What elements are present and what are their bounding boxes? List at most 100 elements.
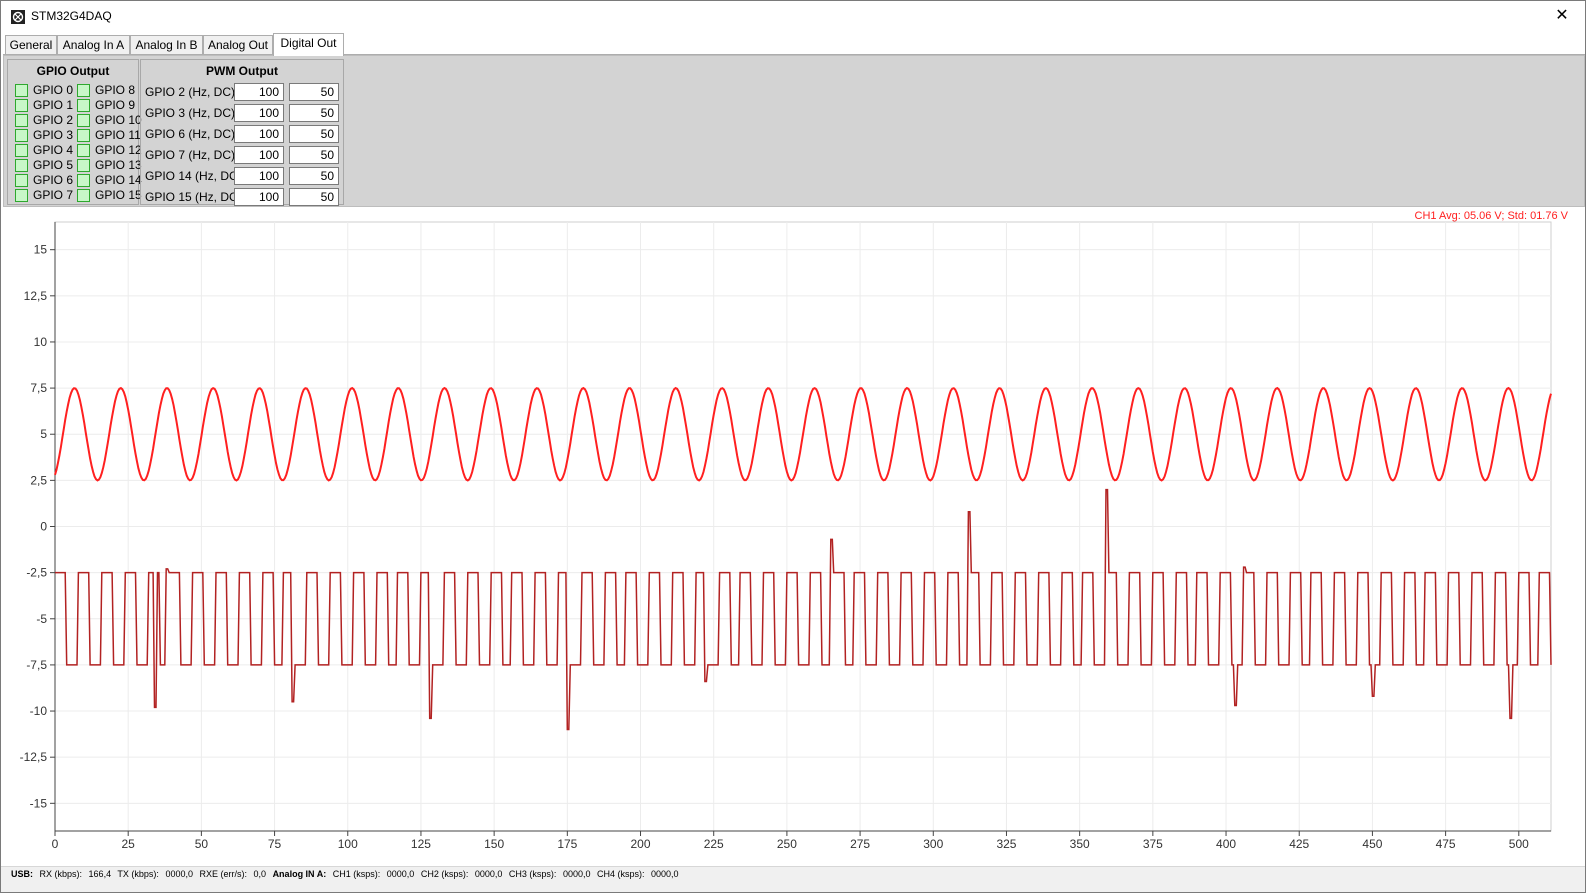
gpio-label: GPIO 6 <box>33 173 74 187</box>
x-tick-label: 350 <box>1070 837 1090 851</box>
x-tick-label: 300 <box>923 837 943 851</box>
waveform-chart[interactable]: 0 25 50 75 100 125 150 175 200 225 250 275 300 325 350… <box>1 209 1585 865</box>
title-bar: STM32G4DAQ ✕ <box>1 1 1585 31</box>
pwm-dc-input[interactable]: 50 <box>289 83 339 101</box>
pwm-dc-input[interactable]: 50 <box>289 188 339 206</box>
tx-value: 0000,0 <box>165 869 193 879</box>
x-tick-label: 175 <box>557 837 577 851</box>
gpio-label: GPIO 2 <box>33 113 74 127</box>
gpio-checkbox[interactable] <box>77 84 90 97</box>
y-tick-label: -7,5 <box>26 658 47 672</box>
x-tick-label: 75 <box>268 837 282 851</box>
gpio-label: GPIO 10 <box>95 113 142 127</box>
window-title: STM32G4DAQ <box>31 9 112 23</box>
y-tick-label: 12,5 <box>24 289 48 303</box>
tab-digital-out[interactable]: Digital Out <box>273 33 344 56</box>
gpio-label: GPIO 7 <box>33 188 74 202</box>
gpio-label: GPIO 8 <box>95 83 136 97</box>
x-tick-label: 25 <box>122 837 136 851</box>
x-tick-label: 125 <box>411 837 431 851</box>
pwm-label: GPIO 2 (Hz, DC): <box>145 85 239 99</box>
pwm-label: GPIO 15 (Hz, DC): <box>145 190 246 204</box>
y-tick-label: -5 <box>36 612 47 626</box>
x-tick-label: 0 <box>52 837 59 851</box>
x-tick-label: 50 <box>195 837 209 851</box>
x-tick-label: 225 <box>704 837 724 851</box>
gpio-checkbox[interactable] <box>15 129 28 142</box>
gpio-label: GPIO 14 <box>95 173 142 187</box>
ch4-value: 0000,0 <box>651 869 679 879</box>
gpio-checkbox[interactable] <box>77 189 90 202</box>
pwm-label: GPIO 14 (Hz, DC): <box>145 169 246 183</box>
rx-value: 166,4 <box>88 869 112 879</box>
pwm-output-group: PWM Output GPIO 2 (Hz, DC): 100 50 GPIO 3 (… <box>140 59 344 206</box>
pwm-hz-input[interactable]: 100 <box>234 146 284 164</box>
close-button[interactable]: ✕ <box>1539 1 1585 31</box>
tab-analog-out[interactable]: Analog Out <box>203 35 273 55</box>
gpio-checkbox[interactable] <box>15 189 28 202</box>
gpio-checkbox[interactable] <box>77 99 90 112</box>
rx-label: RX (kbps): <box>39 869 83 879</box>
gpio-checkbox[interactable] <box>15 84 28 97</box>
gpio-label: GPIO 15 <box>95 188 142 202</box>
ch1-label: CH1 (ksps): <box>332 869 381 879</box>
gpio-output-group: GPIO Output GPIO 0 GPIO 1 GPIO 2 GPIO 3 GPIO… <box>7 59 142 205</box>
tab-analog-in-a[interactable]: Analog In A <box>57 35 130 55</box>
x-tick-label: 475 <box>1436 837 1456 851</box>
gpio-label: GPIO 1 <box>33 98 74 112</box>
x-tick-label: 325 <box>996 837 1016 851</box>
pwm-hz-input[interactable]: 100 <box>234 125 284 143</box>
tab-general[interactable]: General <box>5 35 57 55</box>
x-tick-label: 425 <box>1289 837 1309 851</box>
pwm-dc-input[interactable]: 50 <box>289 146 339 164</box>
gpio-checkbox[interactable] <box>15 114 28 127</box>
x-tick-label: 275 <box>850 837 870 851</box>
gpio-label: GPIO 13 <box>95 158 142 172</box>
y-tick-label: 0 <box>40 520 47 534</box>
pwm-hz-input[interactable]: 100 <box>234 104 284 122</box>
ch3-label: CH3 (ksps): <box>508 869 557 879</box>
channel-stats: CH1 Avg: 05.06 V; Std: 01.76 V <box>1414 210 1569 222</box>
pwm-dc-input[interactable]: 50 <box>289 104 339 122</box>
gpio-label: GPIO 4 <box>33 143 74 157</box>
ch2-value: 0000,0 <box>474 869 503 879</box>
tx-label: TX (kbps): <box>117 869 159 879</box>
gpio-checkbox[interactable] <box>77 144 90 157</box>
y-tick-label: -12,5 <box>20 750 48 764</box>
tab-analog-in-b[interactable]: Analog In B <box>130 35 203 55</box>
x-tick-label: 375 <box>1143 837 1163 851</box>
pwm-hz-input[interactable]: 100 <box>234 188 284 206</box>
y-tick-label: 2,5 <box>30 473 47 487</box>
gpio-label: GPIO 3 <box>33 128 74 142</box>
ch4-label: CH4 (ksps): <box>596 869 645 879</box>
gpio-output-title: GPIO Output <box>36 64 110 78</box>
pwm-label: GPIO 3 (Hz, DC): <box>145 106 239 120</box>
pwm-hz-input[interactable]: 100 <box>234 167 284 185</box>
x-tick-label: 100 <box>338 837 358 851</box>
pwm-dc-input[interactable]: 50 <box>289 125 339 143</box>
ch2-label: CH2 (ksps): <box>420 869 469 879</box>
gpio-checkbox[interactable] <box>77 114 90 127</box>
pwm-hz-input[interactable]: 100 <box>234 83 284 101</box>
gpio-checkbox[interactable] <box>15 159 28 172</box>
gpio-checkbox[interactable] <box>77 159 90 172</box>
y-tick-label: 10 <box>34 335 48 349</box>
rxe-value: 0,0 <box>253 869 267 879</box>
gpio-label: GPIO 5 <box>33 158 74 172</box>
pwm-dc-input[interactable]: 50 <box>289 167 339 185</box>
rxe-label: RXE (err/s): <box>199 869 248 879</box>
gpio-label: GPIO 0 <box>33 83 74 97</box>
gpio-label: GPIO 12 <box>95 143 142 157</box>
gpio-checkbox[interactable] <box>77 129 90 142</box>
x-tick-label: 450 <box>1362 837 1382 851</box>
x-tick-label: 500 <box>1509 837 1529 851</box>
y-tick-label: 5 <box>40 427 47 441</box>
gpio-checkbox[interactable] <box>15 144 28 157</box>
gpio-checkbox[interactable] <box>15 174 28 187</box>
gpio-checkbox[interactable] <box>15 99 28 112</box>
gpio-checkbox[interactable] <box>77 174 90 187</box>
x-tick-label: 250 <box>777 837 797 851</box>
gpio-label: GPIO 9 <box>95 98 136 112</box>
ch1-value: 0000,0 <box>386 869 415 879</box>
gpio-label: GPIO 11 <box>95 128 141 142</box>
